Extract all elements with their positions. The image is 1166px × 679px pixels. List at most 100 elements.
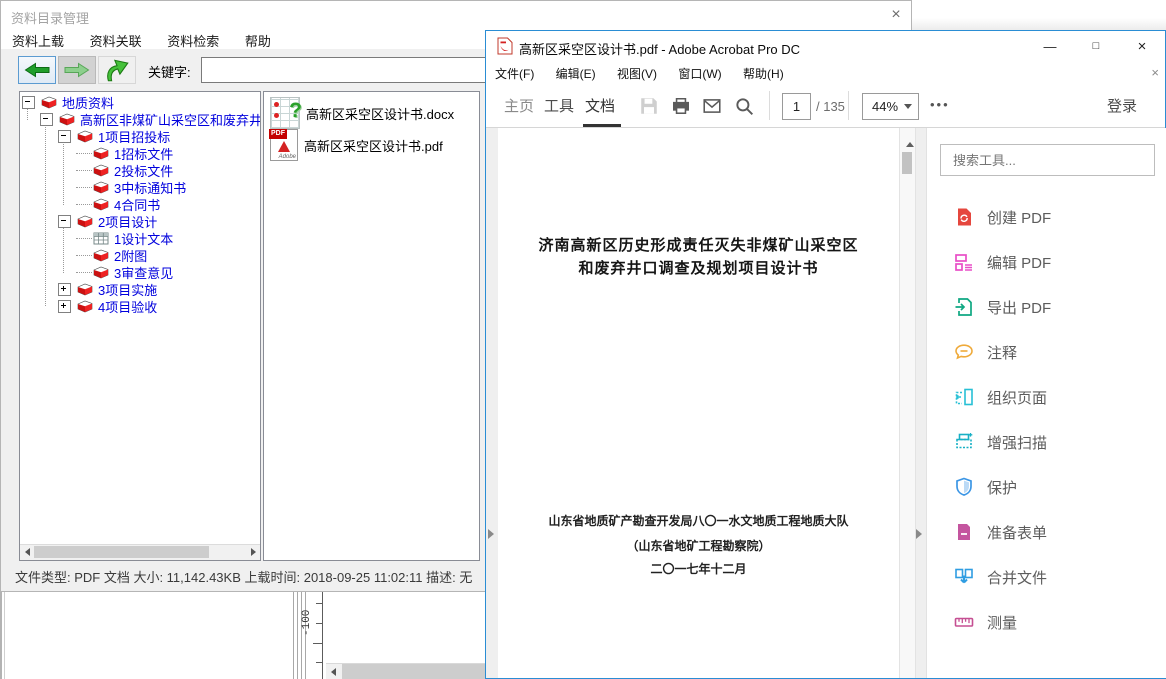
menu-item-help[interactable]: 帮助 [234, 29, 282, 50]
scrollbar-thumb[interactable] [342, 664, 486, 679]
ruler-tick-major [313, 643, 322, 644]
expand-plus-icon[interactable] [58, 300, 71, 313]
create-pdf-icon [954, 207, 974, 227]
tool-measure[interactable]: 测量 [927, 605, 1166, 639]
page-count: / 135 [816, 99, 845, 114]
tree-node[interactable]: 1项目招投标 [20, 128, 260, 145]
tools-sidebar: 创建 PDF 编辑 PDF 导出 PDF 注释 组织页面 [926, 128, 1166, 678]
menu-item-search[interactable]: 资料检索 [156, 29, 230, 50]
tool-combine-files[interactable]: 合并文件 [927, 560, 1166, 594]
toolbar-overflow-button[interactable]: ••• [930, 97, 950, 112]
zoom-level-dropdown[interactable]: 44% [862, 93, 919, 120]
close-icon[interactable]: × [1119, 31, 1165, 61]
tool-enhance-scans[interactable]: 增强扫描 [927, 425, 1166, 459]
collapse-minus-icon[interactable] [22, 96, 35, 109]
tab-home[interactable]: 主页 [504, 95, 534, 116]
tree-node[interactable]: 1招标文件 [20, 145, 260, 162]
splitter-line [297, 592, 298, 679]
file-name[interactable]: 高新区采空区设计书.docx [306, 104, 454, 123]
catalog-toolbar: 关键字: [1, 49, 486, 89]
background-window-border [0, 592, 2, 679]
search-icon[interactable] [734, 96, 754, 116]
window-title: 资料目录管理 [11, 8, 89, 27]
tree-node[interactable]: 高新区非煤矿山采空区和废弃井口 [20, 111, 260, 128]
nav-pane-expand-handle[interactable] [488, 526, 494, 544]
print-icon[interactable] [671, 96, 691, 116]
tool-edit-pdf[interactable]: 编辑 PDF [927, 245, 1166, 279]
tree-node[interactable]: 3项目实施 [20, 281, 260, 298]
scrollbar-thumb[interactable] [902, 152, 912, 174]
pdf-page: 济南高新区历史形成责任灭失非煤矿山采空区 和废弃井口调查及规划项目设计书 山东省… [498, 128, 899, 678]
book-icon [77, 283, 93, 296]
close-bar-icon[interactable]: × [1151, 65, 1159, 80]
menu-item-window[interactable]: 窗口(W) [669, 61, 730, 82]
tree-node[interactable]: 3中标通知书 [20, 179, 260, 196]
page-number-input[interactable] [782, 93, 811, 120]
pdf-footer-line1: 山东省地质矿产勘查开发局八〇一水文地质工程地质大队 [498, 512, 899, 529]
list-item[interactable]: ? 高新区采空区设计书.docx [270, 97, 454, 129]
scrollbar-thumb[interactable] [34, 546, 209, 558]
tools-pane-collapse-handle[interactable] [916, 526, 922, 544]
tree-node[interactable]: 4项目验收 [20, 298, 260, 315]
background-horizontal-scrollbar[interactable] [326, 663, 486, 679]
menu-item-upload[interactable]: 资料上载 [1, 29, 75, 50]
book-icon [93, 147, 109, 160]
tree-node[interactable]: 1设计文本 [20, 230, 260, 247]
adobe-swirl-icon [278, 141, 290, 152]
minimize-icon[interactable]: — [1027, 31, 1073, 61]
scroll-left-icon[interactable] [326, 664, 341, 679]
tool-export-pdf[interactable]: 导出 PDF [927, 290, 1166, 324]
menu-item-file[interactable]: 文件(F) [486, 61, 543, 82]
collapse-minus-icon[interactable] [58, 215, 71, 228]
collapse-minus-icon[interactable] [40, 113, 53, 126]
tab-tools[interactable]: 工具 [544, 95, 574, 116]
status-bar: 文件类型: PDF 文档 大小: 11,142.43KB 上载时间: 2018-… [15, 567, 472, 586]
tree-node[interactable]: 2项目设计 [20, 213, 260, 230]
scroll-left-icon[interactable] [20, 545, 34, 559]
search-tools-input[interactable] [940, 144, 1155, 176]
save-icon[interactable] [639, 96, 659, 116]
export-pdf-icon [954, 297, 974, 317]
pdf-footer-line2: （山东省地矿工程勘察院） [498, 537, 899, 554]
book-icon [77, 300, 93, 313]
comment-icon [954, 342, 974, 362]
enhance-scans-icon [954, 432, 974, 452]
forward-button[interactable] [58, 56, 96, 84]
tree-node[interactable]: 2投标文件 [20, 162, 260, 179]
tool-organize-pages[interactable]: 组织页面 [927, 380, 1166, 414]
menu-item-relate[interactable]: 资料关联 [79, 29, 153, 50]
tool-prepare-form[interactable]: 准备表单 [927, 515, 1166, 549]
close-icon[interactable]: × [881, 2, 911, 28]
tree-node[interactable]: 3审查意见 [20, 264, 260, 281]
menu-item-view[interactable]: 视图(V) [608, 61, 666, 82]
edit-pdf-icon [954, 252, 974, 272]
tree-horizontal-scrollbar[interactable] [20, 544, 260, 560]
collapse-minus-icon[interactable] [58, 130, 71, 143]
menu-item-help[interactable]: 帮助(H) [734, 61, 793, 82]
directory-tree: 地质资料 高新区非煤矿山采空区和废弃井口 1项目招投标 1招标文件 [20, 92, 260, 546]
tree-node[interactable]: 4合同书 [20, 196, 260, 213]
expand-plus-icon[interactable] [58, 283, 71, 296]
document-vertical-scrollbar[interactable] [899, 128, 916, 678]
back-button[interactable] [18, 56, 56, 84]
tree-node[interactable]: 2附图 [20, 247, 260, 264]
file-name[interactable]: 高新区采空区设计书.pdf [304, 136, 443, 155]
refresh-arrow-icon [103, 56, 131, 84]
file-list-panel: ? 高新区采空区设计书.docx PDF Adobe 高新区采空区设计书.pdf [263, 91, 480, 561]
scroll-right-icon[interactable] [246, 545, 260, 559]
email-icon[interactable] [702, 96, 722, 116]
list-item[interactable]: PDF Adobe 高新区采空区设计书.pdf [270, 129, 443, 161]
sign-in-button[interactable]: 登录 [1107, 95, 1137, 116]
docx-file-icon: ? [270, 97, 300, 129]
refresh-button[interactable] [98, 56, 136, 84]
acrobat-window: 高新区采空区设计书.pdf - Adobe Acrobat Pro DC — □… [485, 30, 1166, 679]
tool-comment[interactable]: 注释 [927, 335, 1166, 369]
tool-protect[interactable]: 保护 [927, 470, 1166, 504]
tab-document[interactable]: 文档 [585, 95, 615, 116]
tree-node[interactable]: 地质资料 [20, 94, 260, 111]
back-arrow-icon [24, 62, 50, 78]
menu-item-edit[interactable]: 编辑(E) [547, 61, 605, 82]
keyword-input[interactable] [201, 57, 489, 83]
maximize-icon[interactable]: □ [1073, 31, 1119, 61]
tool-create-pdf[interactable]: 创建 PDF [927, 200, 1166, 234]
